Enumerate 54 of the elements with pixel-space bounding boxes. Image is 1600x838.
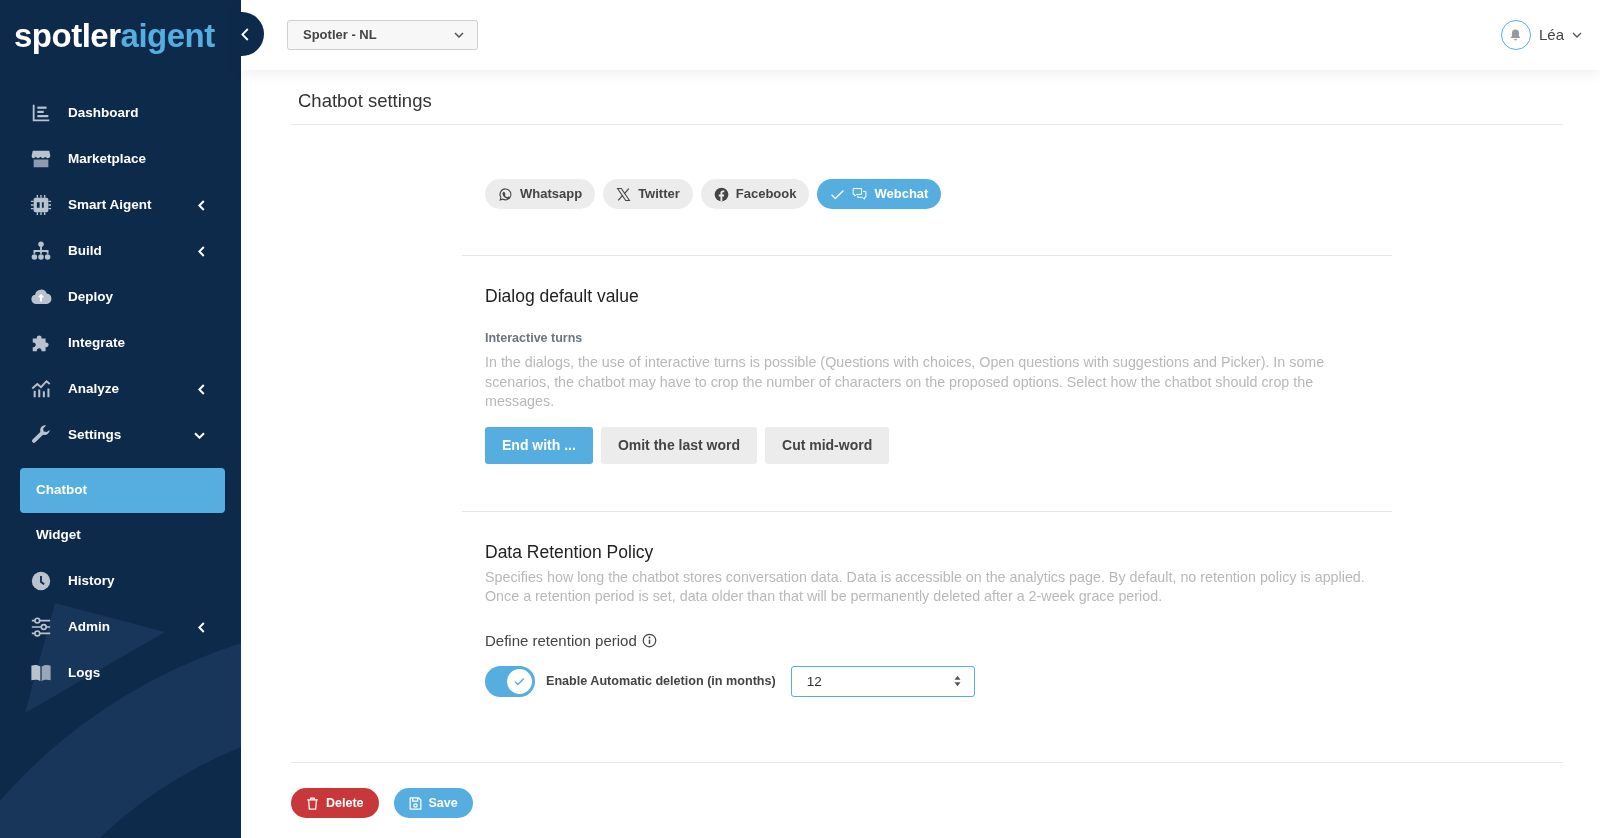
crop-option-button[interactable]: Cut mid-word [765,426,890,464]
info-icon [641,633,657,648]
crop-option-button[interactable]: Omit the last word [600,426,757,464]
logo-brand-text: spotler [14,18,121,52]
bell-icon [1509,28,1523,42]
stepper-arrows-icon[interactable] [953,674,961,687]
section-title: Data Retention Policy [485,540,655,564]
trash-icon [305,795,320,811]
puzzle-icon [30,332,52,354]
field-label: Interactive turns [485,330,584,347]
section-title: Dialog default value [485,285,640,308]
chevron-left-icon [241,27,249,41]
sidebar-item[interactable]: Build [0,228,241,274]
channel-toggle[interactable]: Whatsapp [485,179,596,209]
chat-bubbles-icon [852,186,868,202]
clock-icon [30,570,52,592]
sidebar-item[interactable]: Deploy [0,274,241,320]
sliders-icon [30,616,52,638]
channel-toggle[interactable]: Twitter [603,179,693,209]
toggle-label: Enable Automatic deletion (in months) [546,672,776,690]
logo-product-text: aigent [120,18,215,52]
sidebar-item[interactable]: Integrate [0,320,241,366]
wrench-icon [30,424,52,446]
delete-button[interactable]: Delete [291,788,379,818]
description-text: Specifies how long the chatbot stores conversation data. Data is accessible on the analytics page. By default, no retention policy is applied. Once a retention period is set, data older than that will be permanently deleted after a 2-week grace period. [485,567,1366,606]
sidebar-item[interactable]: Marketplace [0,136,241,182]
project-dropdown[interactable]: Spotler - NL [287,20,478,50]
channel-toggle[interactable]: Facebook [700,179,810,209]
sidebar-subitem[interactable]: Widget [20,513,225,558]
sidebar-item[interactable]: History [0,558,241,604]
list-chart-icon [30,102,52,124]
book-icon [30,662,52,684]
f-logo-icon [713,186,729,202]
sidebar-item[interactable]: Admin [0,604,241,650]
sidebar-item[interactable]: Logs [0,650,241,696]
user-menu[interactable]: Léa [1538,23,1582,47]
sidebar-item[interactable]: Dashboard [0,90,241,136]
store-icon [30,148,52,170]
notifications-button[interactable] [1500,20,1531,50]
chevron-down-icon [1572,32,1582,38]
toggle-switch[interactable] [485,665,535,697]
sidebar-item[interactable]: Settings [0,412,241,458]
field-label: Define retention period [485,630,637,651]
sidebar-item[interactable]: Smart Aigent [0,182,241,228]
chevron-down-icon [454,32,464,38]
line-chart-icon [30,378,52,400]
phone-bubble-icon [498,186,513,202]
chip-icon [30,194,52,216]
description-text: In the dialogs, the use of interactive turns is possible (Questions with choices, Open questions with suggestions and Picker). In some scenarios, the chatbot may have to crop the number of characters on the proposed options. Select how the chatbot should crop the messages. [485,353,1326,411]
page-title: Chatbot settings [298,89,433,113]
x-mark-icon [616,186,632,202]
sidebar-item[interactable]: Analyze [0,366,241,412]
hierarchy-icon [30,240,52,262]
months-input[interactable]: 12 [790,665,975,697]
